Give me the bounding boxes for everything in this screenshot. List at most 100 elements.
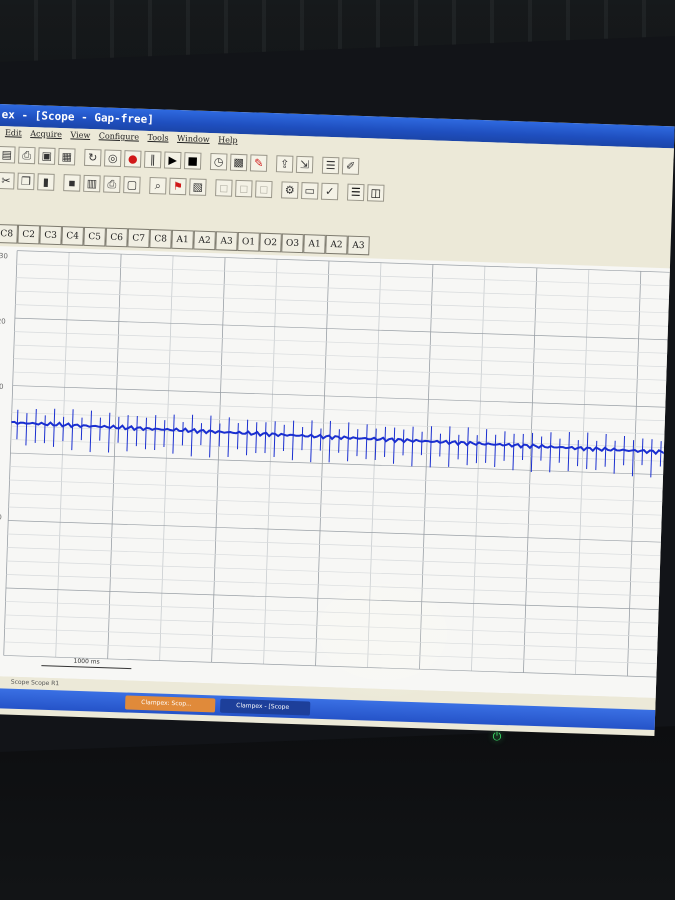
grid-icon[interactable]: ▦ [58,147,76,166]
grid-line [11,412,675,436]
disabled-tool-icon[interactable]: ◻ [235,179,253,197]
channel-tab[interactable]: C8 [0,223,19,244]
chart-icon[interactable]: ▧ [189,177,207,196]
channel-tab[interactable]: A1 [171,229,194,250]
copy-icon[interactable]: ❐ [17,172,35,190]
zoom-icon[interactable]: ⌕ [149,176,167,195]
spike-mark [659,441,662,467]
split-icon[interactable]: ◫ [366,183,385,202]
spike-mark [586,432,589,470]
disabled-tool-icon[interactable]: ◻ [215,178,233,197]
grid-line [16,277,675,301]
taskbar-item-clampex-1[interactable]: Clampex: Scop... [124,695,216,713]
menu-acquire[interactable]: Acquire [30,129,62,139]
spike-mark [80,417,83,441]
spike-mark [319,428,322,451]
spike-mark [567,432,570,472]
preview-icon[interactable]: ▢ [123,175,141,194]
spike-mark [439,433,442,457]
check-icon[interactable]: ✓ [321,182,339,200]
grid-line [16,263,675,287]
doc-icon[interactable]: ▭ [301,181,319,200]
channel-tab[interactable]: C7 [127,228,150,249]
channel-tab[interactable]: C3 [39,225,62,246]
channel-tab[interactable]: A1 [303,234,326,254]
menu-edit[interactable]: Edit [5,128,22,138]
menu-configure[interactable]: Configure [99,131,140,141]
disk-icon[interactable]: ▪ [63,173,81,192]
spike-mark [420,431,423,456]
channel-tab[interactable]: O3 [281,233,304,254]
spike-mark [328,420,331,463]
disabled-tool-icon[interactable]: ◻ [255,180,273,198]
spike-mark [43,415,46,444]
grid-line [13,371,675,395]
spike-mark [255,422,258,454]
spike-mark [475,435,478,464]
channel-tab[interactable]: C2 [17,224,40,245]
edit-icon[interactable]: ✐ [341,156,360,175]
channel-tab[interactable]: A2 [193,230,216,251]
spike-mark [310,420,313,463]
stop-icon[interactable]: ■ [183,151,202,170]
paste-icon[interactable]: ▮ [37,172,55,191]
spike-mark [25,413,28,446]
tool-icon[interactable]: ⚙ [281,180,299,199]
y-tick-label: -10 [0,513,2,521]
channel-tab[interactable]: C6 [105,227,128,248]
channel-tab[interactable]: C5 [83,226,106,247]
printer-icon[interactable]: ⎙ [103,174,121,193]
spike-mark [264,422,267,454]
color-icon[interactable]: ✎ [249,153,268,172]
export-icon[interactable]: ⇪ [275,154,294,173]
channel-tab[interactable]: A3 [215,231,238,251]
spike-mark [494,434,497,468]
grid-line [9,493,675,517]
list-icon[interactable]: ☰ [321,156,340,174]
monitor-screen: ex - [Scope - Gap-free] Edit Acquire Vie… [0,104,675,737]
grid-line [8,520,675,544]
spike-mark [641,438,644,466]
y-tick-label: 20 [0,317,6,325]
signal-trace [11,420,675,456]
channel-tab[interactable]: O1 [237,231,260,252]
menu-help[interactable]: Help [218,135,238,145]
open-icon[interactable]: ▤ [0,145,16,164]
grid-line [12,385,675,409]
spike-mark [163,420,166,448]
chip-icon[interactable]: ▩ [229,153,248,171]
menu-tools[interactable]: Tools [147,133,168,143]
channel-tab[interactable]: O2 [259,232,282,253]
save-icon[interactable]: ▣ [38,146,56,165]
spike-mark [338,429,340,453]
rescale-icon[interactable]: ↻ [84,148,102,166]
channel-tab[interactable]: A3 [347,235,370,256]
spike-mark [190,414,194,457]
channel-tab[interactable]: A2 [325,234,348,255]
spike-mark [126,415,129,452]
channel-tab[interactable]: C4 [61,226,84,246]
spike-mark [301,426,304,451]
grid-line [8,506,675,530]
pause-icon[interactable]: ‖ [143,150,162,168]
menu-view[interactable]: View [70,130,90,140]
menu-window[interactable]: Window [177,134,210,144]
grid-line [9,479,675,503]
table-icon[interactable]: ▥ [83,174,101,192]
channel-tab[interactable]: C8 [149,229,172,249]
record-icon[interactable]: ● [123,149,142,168]
grid-line [9,466,675,490]
scope-icon[interactable]: ◎ [104,148,122,167]
marker-icon[interactable]: ⚑ [169,177,187,195]
print-icon[interactable]: ⎙ [18,146,36,164]
spike-mark [89,410,92,453]
cut-icon[interactable]: ✂ [0,171,15,190]
spike-mark [384,426,387,457]
spike-mark [402,429,405,456]
timer-icon[interactable]: ◷ [209,152,228,171]
window-icon[interactable]: ☰ [347,183,365,201]
send-icon[interactable]: ⇲ [295,155,314,173]
play-icon[interactable]: ▶ [163,150,182,169]
grid-line [14,331,675,355]
spike-mark [503,431,506,461]
